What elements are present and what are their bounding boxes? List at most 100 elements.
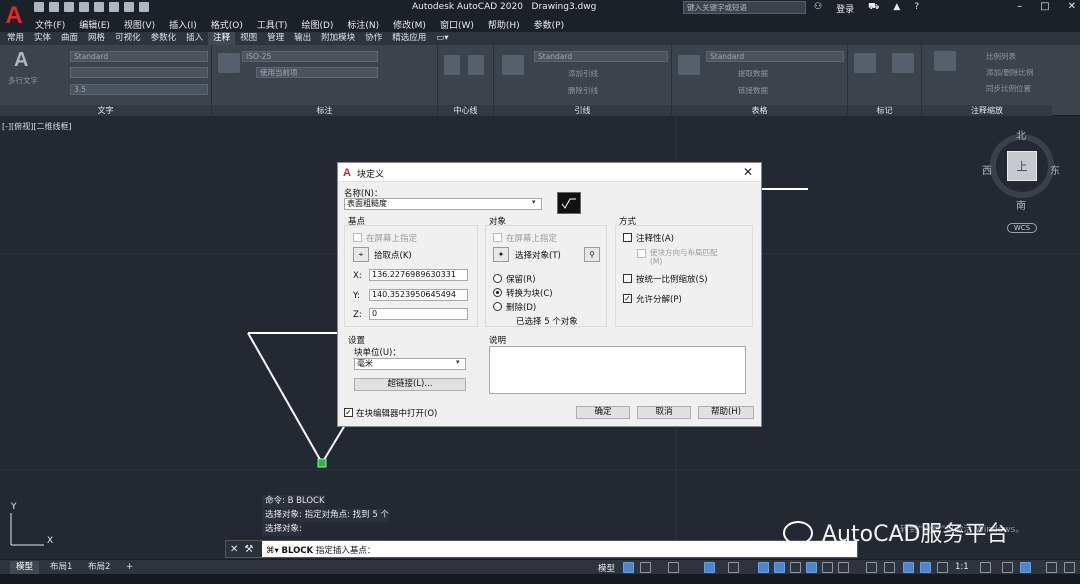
leader-style-select[interactable]: Standard bbox=[534, 51, 668, 62]
add-current-scale-icon[interactable] bbox=[934, 51, 956, 71]
menu-modify[interactable]: 修改(M) bbox=[386, 18, 433, 31]
isodraft-icon[interactable] bbox=[728, 562, 739, 573]
help-icon[interactable]: ? bbox=[914, 2, 919, 15]
tab-addins[interactable]: 附加模块 bbox=[316, 32, 360, 45]
clean-screen-icon[interactable] bbox=[1046, 562, 1057, 573]
convert-to-block-radio[interactable] bbox=[493, 288, 502, 297]
hyperlink-button[interactable]: 超链接(L)... bbox=[354, 378, 466, 391]
menu-parametric[interactable]: 参数(P) bbox=[527, 18, 571, 31]
menu-insert[interactable]: 插入(I) bbox=[162, 18, 204, 31]
menu-window[interactable]: 窗口(W) bbox=[433, 18, 481, 31]
scale-list-button[interactable]: 比例列表 bbox=[986, 51, 1016, 62]
a360-icon[interactable]: ▲ bbox=[893, 2, 900, 15]
tab-home[interactable]: 常用 bbox=[2, 32, 29, 45]
autocad-logo-icon[interactable]: A bbox=[0, 0, 28, 32]
search-input[interactable]: 键入关键字或短语 bbox=[683, 1, 806, 14]
tab-featured-apps[interactable]: 精选应用 bbox=[387, 32, 431, 45]
selection-cycling-icon[interactable] bbox=[822, 562, 833, 573]
description-textarea[interactable] bbox=[489, 346, 746, 394]
viewport-controls-label[interactable]: [-][俯视][二维线框] bbox=[2, 121, 72, 132]
ribbon-toggle-icon[interactable]: ▭▾ bbox=[431, 32, 453, 45]
text-find-input[interactable] bbox=[70, 67, 208, 78]
print-icon[interactable] bbox=[109, 2, 119, 12]
viewcube-top-face[interactable]: 上 bbox=[1007, 151, 1037, 181]
y-input[interactable]: 140.3523950645494 bbox=[369, 289, 468, 301]
chevron-down-icon[interactable]: ▾ bbox=[532, 198, 536, 206]
layout-tab-layout1[interactable]: 布局1 bbox=[44, 561, 78, 574]
cancel-button[interactable]: 取消 bbox=[637, 406, 691, 419]
pick-point-label[interactable]: 拾取点(K) bbox=[374, 249, 412, 261]
ok-button[interactable]: 确定 bbox=[576, 406, 630, 419]
viewcube-south[interactable]: 南 bbox=[1016, 197, 1026, 212]
remove-leader-button[interactable]: 删除引线 bbox=[568, 85, 598, 96]
annotation-scale-icon[interactable] bbox=[937, 562, 948, 573]
multiline-text-label[interactable]: 多行文字 bbox=[8, 75, 38, 86]
extract-data-button[interactable]: 提取数据 bbox=[738, 68, 768, 79]
convert-to-block-label[interactable]: 转换为块(C) bbox=[506, 287, 553, 299]
dimension-icon[interactable] bbox=[218, 53, 240, 73]
tab-solid[interactable]: 实体 bbox=[29, 32, 56, 45]
panel-leader-title[interactable]: 引线 bbox=[494, 105, 671, 116]
open-icon[interactable] bbox=[49, 2, 59, 12]
annotation-scale-value[interactable]: 1:1 bbox=[955, 562, 969, 572]
menu-format[interactable]: 格式(O) bbox=[204, 18, 250, 31]
add-leader-button[interactable]: 添加引线 bbox=[568, 68, 598, 79]
command-line[interactable]: ✕ ⚒ ⌘▾ BLOCK 指定插入基点： bbox=[225, 540, 858, 558]
annotative-label[interactable]: 注释性(A) bbox=[636, 232, 674, 244]
ortho-icon[interactable] bbox=[668, 562, 679, 573]
menu-dimension[interactable]: 标注(N) bbox=[340, 18, 386, 31]
tab-output[interactable]: 输出 bbox=[289, 32, 316, 45]
close-command-icon[interactable]: ✕ bbox=[230, 544, 238, 555]
viewcube-west[interactable]: 西 bbox=[982, 162, 992, 177]
uniform-scale-label[interactable]: 按统一比例缩放(S) bbox=[636, 273, 708, 285]
text-height-select[interactable]: 3.5 bbox=[70, 84, 208, 95]
help-button[interactable]: 帮助(H) bbox=[698, 406, 754, 419]
dialog-close-icon[interactable]: ✕ bbox=[743, 165, 753, 179]
table-icon[interactable] bbox=[678, 55, 700, 75]
new-icon[interactable] bbox=[34, 2, 44, 12]
link-data-button[interactable]: 链接数据 bbox=[738, 85, 768, 96]
panel-text-title[interactable]: 文字 bbox=[0, 105, 211, 116]
dynamic-ucs-icon[interactable] bbox=[866, 562, 877, 573]
layout-tab-layout2[interactable]: 布局2 bbox=[82, 561, 116, 574]
viewcube-east[interactable]: 东 bbox=[1050, 162, 1060, 177]
uniform-scale-checkbox[interactable] bbox=[623, 274, 632, 283]
z-input[interactable]: 0 bbox=[369, 308, 468, 320]
redo-icon[interactable] bbox=[139, 2, 149, 12]
tab-mesh[interactable]: 网格 bbox=[83, 32, 110, 45]
multileader-icon[interactable] bbox=[502, 55, 524, 75]
add-layout-icon[interactable]: + bbox=[120, 561, 139, 574]
block-unit-select[interactable]: 毫米 bbox=[354, 358, 466, 370]
objects-onscreen-checkbox[interactable] bbox=[493, 233, 502, 242]
user-icon[interactable]: ⚇ bbox=[814, 2, 822, 15]
delete-label[interactable]: 删除(D) bbox=[506, 301, 536, 313]
select-objects-label[interactable]: 选择对象(T) bbox=[515, 249, 561, 261]
menu-draw[interactable]: 绘图(D) bbox=[294, 18, 340, 31]
layout-tab-model[interactable]: 模型 bbox=[10, 561, 40, 574]
workspace-gear-icon[interactable] bbox=[980, 562, 991, 573]
tab-visualize[interactable]: 可视化 bbox=[110, 32, 146, 45]
annotation-visibility-icon[interactable] bbox=[903, 562, 914, 573]
menu-view[interactable]: 视图(V) bbox=[117, 18, 162, 31]
menu-help[interactable]: 帮助(H) bbox=[481, 18, 527, 31]
center-mark-icon[interactable] bbox=[444, 55, 460, 75]
customize-icon[interactable]: ⚒ bbox=[244, 544, 253, 555]
tab-annotate[interactable]: 注释 bbox=[208, 32, 236, 45]
customize-menu-icon[interactable] bbox=[1064, 562, 1075, 573]
menu-file[interactable]: 文件(F) bbox=[28, 18, 72, 31]
object-snap-icon[interactable] bbox=[774, 562, 785, 573]
minimize-icon[interactable]: – bbox=[1017, 1, 1022, 12]
model-space-button[interactable]: 模型 bbox=[598, 562, 615, 574]
tab-parametric[interactable]: 参数化 bbox=[146, 32, 182, 45]
delete-radio[interactable] bbox=[493, 302, 502, 311]
isolate-objects-icon[interactable] bbox=[1020, 562, 1031, 573]
3d-osnap-icon[interactable] bbox=[838, 562, 849, 573]
allow-explode-label[interactable]: 允许分解(P) bbox=[636, 293, 682, 305]
dim-style-select[interactable]: ISO-25 bbox=[242, 51, 378, 62]
save-as-icon[interactable] bbox=[79, 2, 89, 12]
transparency-icon[interactable] bbox=[806, 562, 817, 573]
close-icon[interactable]: ✕ bbox=[1068, 1, 1076, 12]
table-style-select[interactable]: Standard bbox=[706, 51, 844, 62]
panel-annotation-scaling-title[interactable]: 注释缩放 bbox=[922, 105, 1052, 116]
panel-centerline-title[interactable]: 中心线 bbox=[438, 105, 493, 116]
